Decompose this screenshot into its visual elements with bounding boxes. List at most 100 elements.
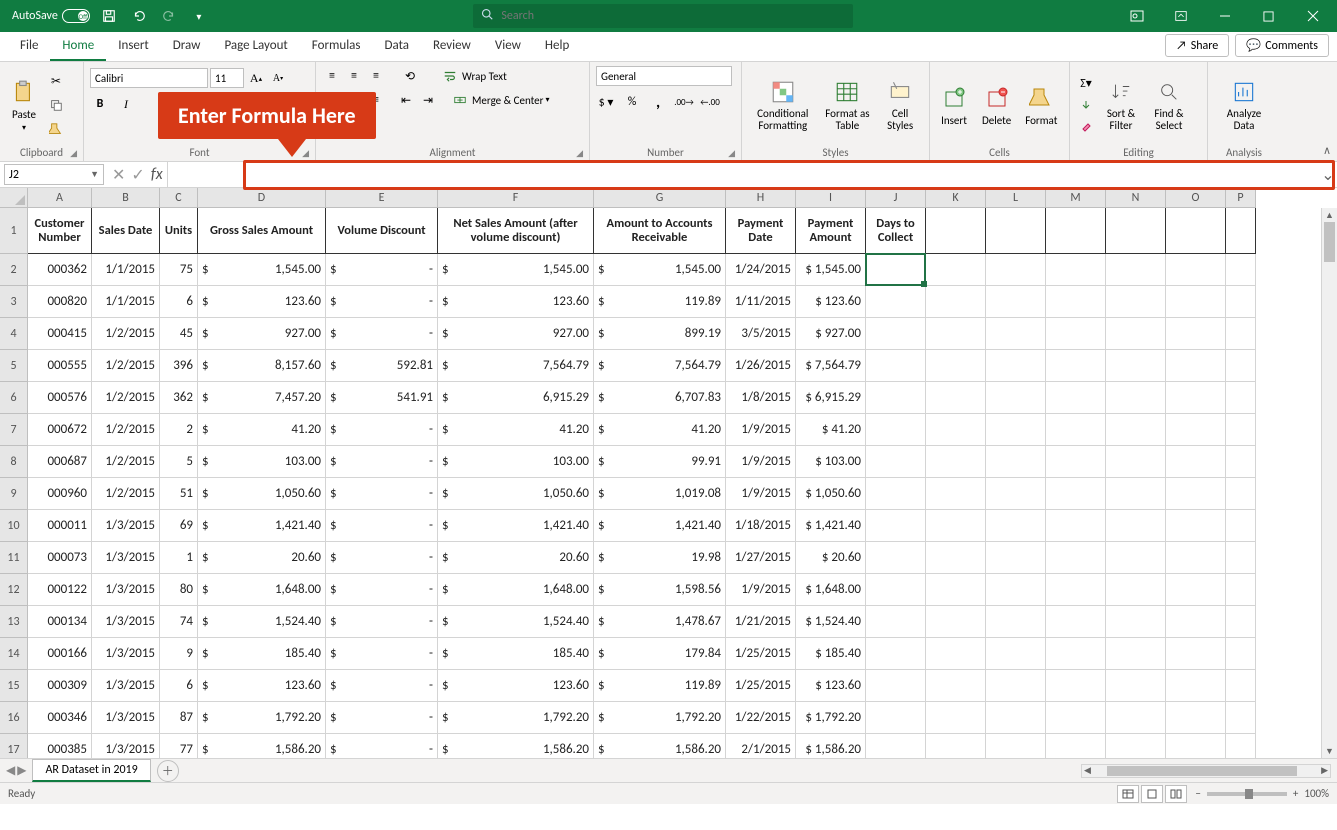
cell[interactable]: $7,457.20 [198, 382, 326, 414]
cell[interactable] [1106, 350, 1166, 382]
cell[interactable] [986, 414, 1046, 446]
cell[interactable]: $592.81 [326, 350, 438, 382]
cell[interactable] [866, 670, 926, 702]
cell[interactable]: 000687 [28, 446, 92, 478]
col-header-N[interactable]: N [1106, 188, 1166, 208]
cell[interactable]: 396 [160, 350, 198, 382]
delete-cells-button[interactable]: Delete [978, 82, 1015, 129]
cell[interactable] [866, 350, 926, 382]
col-header-G[interactable]: G [594, 188, 726, 208]
cell[interactable] [1166, 318, 1226, 350]
increase-decimal-icon[interactable]: .00→ [674, 92, 694, 112]
cell[interactable] [1106, 254, 1166, 286]
cell[interactable]: 000346 [28, 702, 92, 734]
wrap-text-icon[interactable] [440, 66, 460, 86]
cell[interactable] [926, 446, 986, 478]
minimize-icon[interactable] [1205, 0, 1245, 32]
cell[interactable] [986, 286, 1046, 318]
clipboard-launcher-icon[interactable]: ◢ [70, 148, 77, 159]
cell[interactable] [1106, 702, 1166, 734]
cell[interactable]: 1/3/2015 [92, 574, 160, 606]
cell[interactable]: 1/25/2015 [726, 638, 796, 670]
cell[interactable]: $ 41.20 [796, 414, 866, 446]
cell[interactable] [866, 254, 926, 286]
cell[interactable]: 1/3/2015 [92, 670, 160, 702]
cell[interactable]: $41.20 [438, 414, 594, 446]
cell[interactable]: 1/2/2015 [92, 414, 160, 446]
cell[interactable] [866, 446, 926, 478]
cell[interactable] [986, 510, 1046, 542]
row-header-2[interactable]: 2 [0, 254, 28, 286]
col-header-I[interactable]: I [796, 188, 866, 208]
cell[interactable]: 000362 [28, 254, 92, 286]
font-size-select[interactable] [210, 68, 244, 88]
comma-format-icon[interactable]: , [648, 92, 668, 112]
cell[interactable]: 1/3/2015 [92, 542, 160, 574]
cell[interactable] [866, 414, 926, 446]
cell[interactable]: $119.89 [594, 670, 726, 702]
cell[interactable]: $- [326, 286, 438, 318]
cell[interactable]: $927.00 [438, 318, 594, 350]
cell[interactable] [1046, 446, 1106, 478]
cell[interactable] [1166, 478, 1226, 510]
cell[interactable]: 77 [160, 734, 198, 758]
cancel-formula-icon[interactable]: ✕ [112, 165, 125, 185]
cell[interactable]: 000820 [28, 286, 92, 318]
cell[interactable] [1226, 574, 1256, 606]
cell[interactable]: 000576 [28, 382, 92, 414]
cell[interactable]: $1,586.20 [438, 734, 594, 758]
copy-icon[interactable] [46, 95, 66, 115]
cell[interactable]: $- [326, 606, 438, 638]
search-input[interactable] [501, 9, 845, 23]
italic-button[interactable]: I [116, 94, 136, 114]
cell[interactable] [866, 382, 926, 414]
cell[interactable] [926, 318, 986, 350]
cell[interactable]: $41.20 [198, 414, 326, 446]
cell[interactable]: 000166 [28, 638, 92, 670]
name-box[interactable]: J2▼ [4, 164, 104, 185]
row-header-6[interactable]: 6 [0, 382, 28, 414]
decrease-indent-icon[interactable]: ⇤ [396, 90, 416, 110]
page-break-view-icon[interactable] [1165, 785, 1187, 803]
save-icon[interactable] [98, 5, 120, 27]
cell[interactable]: 000309 [28, 670, 92, 702]
cell[interactable]: $- [326, 318, 438, 350]
cell[interactable]: $1,545.00 [198, 254, 326, 286]
col-header-A[interactable]: A [28, 188, 92, 208]
merge-label[interactable]: Merge & Center [472, 94, 544, 107]
cell[interactable]: 1/9/2015 [726, 574, 796, 606]
cell[interactable]: 2/1/2015 [726, 734, 796, 758]
cell[interactable]: $- [326, 510, 438, 542]
cell[interactable]: $185.40 [438, 638, 594, 670]
header-cell[interactable] [1166, 208, 1226, 254]
cell[interactable]: $103.00 [438, 446, 594, 478]
cell[interactable] [866, 478, 926, 510]
row-header-1[interactable]: 1 [0, 208, 28, 254]
cell[interactable]: $ 185.40 [796, 638, 866, 670]
cell[interactable]: $1,648.00 [198, 574, 326, 606]
cell[interactable]: $ 1,545.00 [796, 254, 866, 286]
cell[interactable]: $1,478.67 [594, 606, 726, 638]
cell[interactable]: $- [326, 670, 438, 702]
cell[interactable]: $- [326, 478, 438, 510]
cell[interactable]: $119.89 [594, 286, 726, 318]
insert-cells-button[interactable]: Insert [936, 82, 972, 129]
cell[interactable] [1166, 414, 1226, 446]
cell[interactable] [1166, 574, 1226, 606]
cell[interactable] [1226, 446, 1256, 478]
formula-bar[interactable] [170, 164, 1315, 185]
cell[interactable] [1046, 510, 1106, 542]
row-header-5[interactable]: 5 [0, 350, 28, 382]
cell[interactable] [866, 638, 926, 670]
cell[interactable] [1046, 702, 1106, 734]
header-cell[interactable] [1226, 208, 1256, 254]
conditional-formatting-button[interactable]: Conditional Formatting [748, 76, 818, 134]
cell[interactable]: $1,598.56 [594, 574, 726, 606]
cell[interactable] [1166, 446, 1226, 478]
redo-icon[interactable] [158, 5, 180, 27]
cell[interactable]: 1/2/2015 [92, 382, 160, 414]
cell[interactable] [986, 446, 1046, 478]
tab-view[interactable]: View [483, 32, 533, 61]
tab-draw[interactable]: Draw [161, 32, 213, 61]
row-header-12[interactable]: 12 [0, 574, 28, 606]
